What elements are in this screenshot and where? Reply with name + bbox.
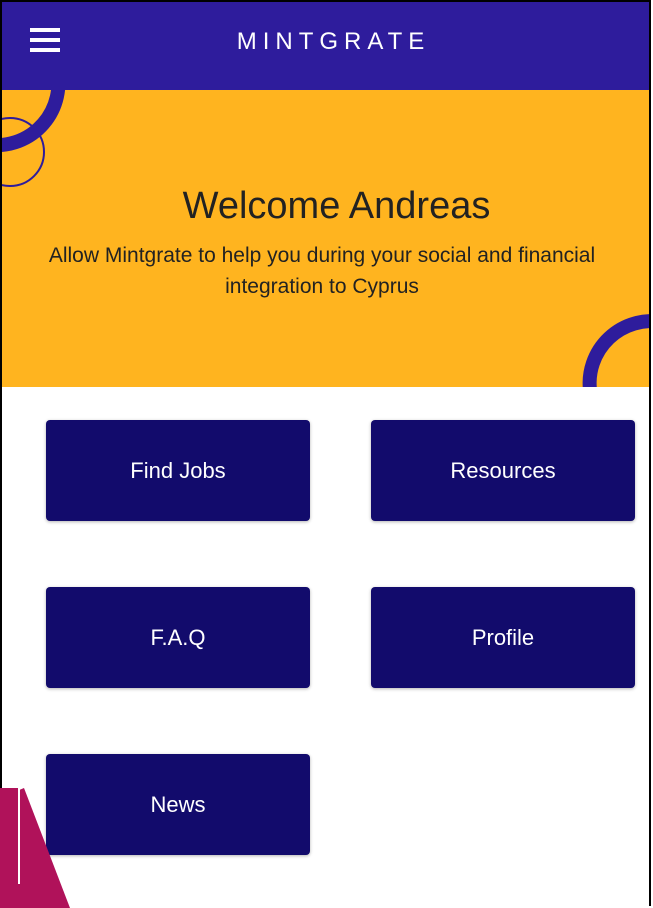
banner-decoration	[2, 90, 649, 387]
app-bar: MINTGRATE	[2, 2, 649, 90]
profile-button[interactable]: Profile	[371, 587, 635, 688]
welcome-title: Welcome Andreas	[182, 185, 491, 227]
find-jobs-button[interactable]: Find Jobs	[46, 420, 310, 521]
welcome-banner: Welcome Andreas Allow Mintgrate to help …	[2, 90, 649, 387]
welcome-subtitle: Allow Mintgrate to help you during your …	[48, 244, 596, 298]
resources-button[interactable]: Resources	[371, 420, 635, 521]
faq-button[interactable]: F.A.Q	[46, 587, 310, 688]
corner-decoration	[0, 788, 70, 908]
app-title: MINTGRATE	[236, 28, 431, 55]
news-button[interactable]: News	[46, 754, 310, 855]
app-screen: MINTGRATE Welcome Andreas Allow Mintgrat…	[0, 0, 651, 906]
